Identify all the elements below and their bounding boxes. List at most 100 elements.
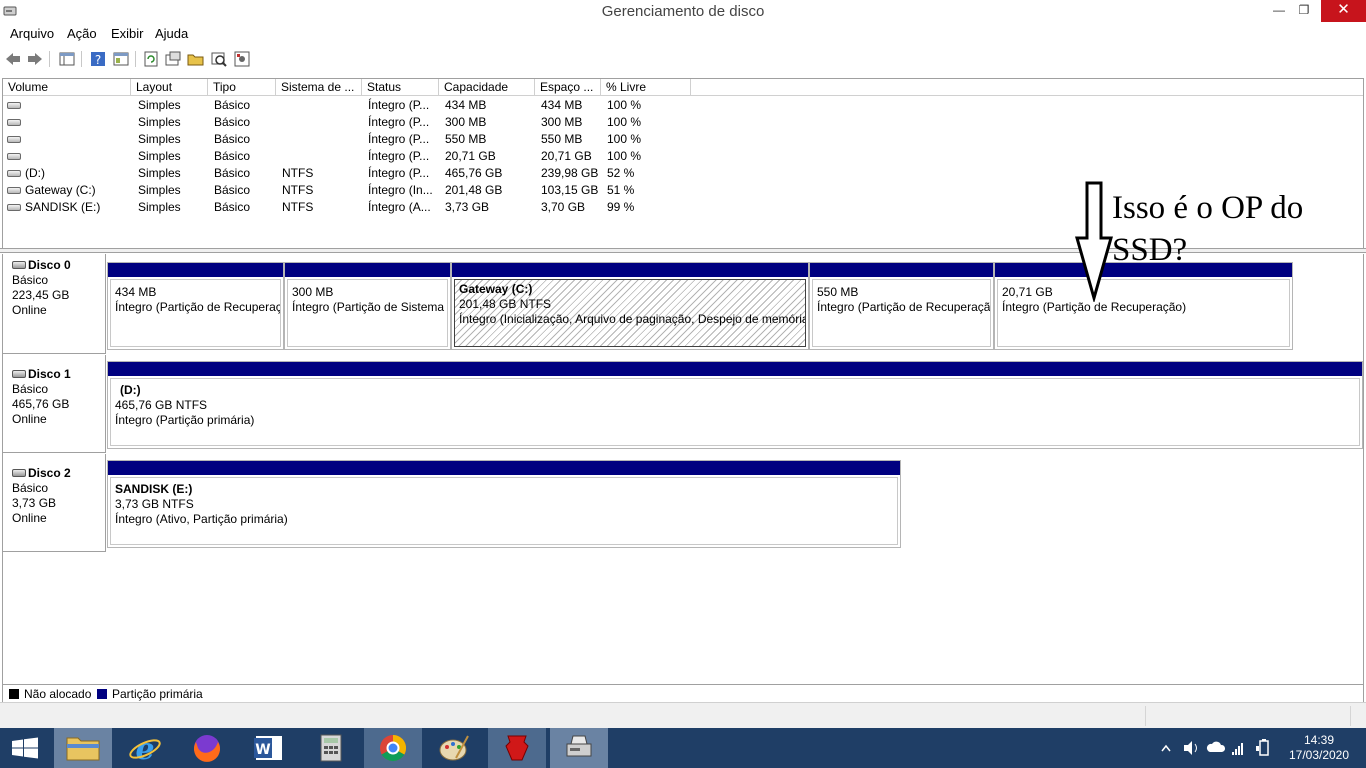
- partition-status: Íntegro (Partição de Recuperação): [115, 300, 281, 314]
- partition-disk0-gateway-c[interactable]: Gateway (C:) 201,48 GB NTFS Íntegro (Inici…: [451, 262, 809, 350]
- partition-color-bar: [108, 263, 283, 277]
- partition-disk0-recovery-1[interactable]: 434 MB Íntegro (Partição de Recuperação): [107, 262, 284, 350]
- network-signal-icon[interactable]: [1230, 728, 1246, 768]
- partition-status: Íntegro (Ativo, Partição primária): [115, 512, 288, 526]
- cell-capacidade: 434 MB: [445, 98, 487, 112]
- column-header-volume[interactable]: Volume: [3, 79, 131, 96]
- partition-size: 434 MB: [115, 285, 157, 299]
- legend-unallocated-swatch: [9, 689, 19, 699]
- cell-livre: 99 %: [607, 200, 635, 214]
- cell-capacidade: 550 MB: [445, 132, 487, 146]
- rescan-icon[interactable]: [164, 50, 182, 68]
- close-button[interactable]: ✕: [1321, 0, 1366, 22]
- taskbar-calculator[interactable]: [302, 728, 360, 768]
- cell-status: Íntegro (P...: [368, 132, 430, 146]
- console-tree-icon[interactable]: [58, 50, 76, 68]
- cell-sistema: NTFS: [282, 183, 314, 197]
- calculator-icon: [320, 734, 342, 762]
- cloud-sync-icon[interactable]: [1206, 728, 1226, 768]
- title-bar: Gerenciamento de disco — ❐ ✕: [0, 0, 1366, 23]
- menu-arquivo[interactable]: Arquivo: [10, 26, 54, 41]
- annotation-arrow-icon: [1075, 181, 1113, 302]
- disk-0-label[interactable]: Disco 0 Básico 223,45 GB Online: [3, 254, 106, 354]
- cell-capacidade: 20,71 GB: [445, 149, 496, 163]
- show-hidden-icons-icon[interactable]: [1160, 728, 1172, 768]
- partition-disk0-recovery-3[interactable]: 20,71 GB Íntegro (Partição de Recuperação…: [994, 262, 1293, 350]
- taskbar-paint[interactable]: [426, 728, 484, 768]
- properties-list-icon[interactable]: [112, 50, 130, 68]
- back-arrow-icon[interactable]: [4, 50, 22, 68]
- help-icon[interactable]: ?: [89, 50, 107, 68]
- cell-capacidade: 201,48 GB: [445, 183, 503, 197]
- open-folder-icon[interactable]: [187, 50, 205, 68]
- toolbar-separator: [135, 51, 136, 67]
- word-icon: W: [254, 736, 282, 760]
- drive-icon: [7, 119, 21, 126]
- taskbar-disk-management[interactable]: [550, 728, 608, 768]
- taskbar-internet-explorer[interactable]: e: [116, 728, 174, 768]
- column-header-espaco[interactable]: Espaço ...: [535, 79, 601, 96]
- disk-2-label[interactable]: Disco 2 Básico 3,73 GB Online: [3, 454, 106, 552]
- partition-size: 3,73 GB NTFS: [115, 497, 194, 511]
- volume-row[interactable]: Simples Básico Íntegro (P... 434 MB 434 MB 10…: [3, 97, 1363, 114]
- column-header-tipo[interactable]: Tipo: [208, 79, 276, 96]
- battery-power-icon[interactable]: [1254, 728, 1272, 768]
- cell-tipo: Básico: [214, 166, 251, 180]
- svg-text:?: ?: [95, 53, 101, 67]
- taskbar-chrome[interactable]: [364, 728, 422, 768]
- volume-row[interactable]: Simples Básico Íntegro (P... 20,71 GB 20,71 …: [3, 148, 1363, 165]
- start-button[interactable]: [0, 728, 50, 768]
- cell-espaco: 3,70 GB: [541, 200, 586, 214]
- partition-disk2-sandisk-e[interactable]: SANDISK (E:) 3,73 GB NTFS Íntegro (Ativo, …: [107, 460, 901, 548]
- cell-espaco: 434 MB: [541, 98, 583, 112]
- column-header-status[interactable]: Status: [362, 79, 439, 96]
- cell-status: Íntegro (P...: [368, 98, 430, 112]
- partition-color-bar: [810, 263, 993, 277]
- svg-text:W: W: [255, 742, 270, 758]
- refresh-icon[interactable]: [142, 50, 160, 68]
- cell-volume: SANDISK (E:): [25, 200, 101, 214]
- explore-icon[interactable]: [210, 50, 228, 68]
- volume-row[interactable]: Simples Básico Íntegro (P... 550 MB 550 MB 10…: [3, 131, 1363, 148]
- taskbar-firefox[interactable]: [178, 728, 236, 768]
- partition-title: Gateway (C:): [459, 282, 533, 296]
- cell-status: Íntegro (P...: [368, 166, 430, 180]
- cell-layout: Simples: [138, 166, 181, 180]
- taskbar-word[interactable]: W: [240, 728, 298, 768]
- volume-row[interactable]: Simples Básico Íntegro (P... 300 MB 300 MB 10…: [3, 114, 1363, 131]
- column-header-layout[interactable]: Layout: [131, 79, 208, 96]
- disk-1-label[interactable]: Disco 1 Básico 465,76 GB Online: [3, 355, 106, 453]
- partition-size: 550 MB: [817, 285, 859, 299]
- menu-acao[interactable]: Ação: [67, 26, 97, 41]
- drive-icon: [7, 170, 21, 177]
- taskbar-hyperx-app[interactable]: [488, 728, 546, 768]
- clock-date: 17/03/2020: [1288, 748, 1350, 762]
- column-header-sistema[interactable]: Sistema de ...: [276, 79, 362, 96]
- maximize-button[interactable]: ❐: [1291, 0, 1317, 22]
- partition-disk1-d[interactable]: (D:) 465,76 GB NTFS Íntegro (Partição prim…: [107, 361, 1363, 449]
- partition-disk0-efi[interactable]: 300 MBÍntegro (Partição de Sistema EFI): [284, 262, 451, 350]
- cell-espaco: 550 MB: [541, 132, 583, 146]
- windows-logo-icon: [12, 737, 38, 759]
- volume-icon[interactable]: [1181, 728, 1201, 768]
- cell-layout: Simples: [138, 200, 181, 214]
- cell-livre: 52 %: [607, 166, 635, 180]
- menu-exibir[interactable]: Exibir: [111, 26, 144, 41]
- menu-ajuda[interactable]: Ajuda: [155, 26, 188, 41]
- cell-status: Íntegro (A...: [368, 200, 431, 214]
- toolbar-separator: [81, 51, 82, 67]
- volume-row[interactable]: (D:) Simples Básico NTFS Íntegro (P... 465,76…: [3, 165, 1363, 182]
- disk-management-window: Gerenciamento de disco — ❐ ✕ Arquivo Açã…: [0, 0, 1366, 768]
- partition-color-bar: [108, 362, 1362, 376]
- toolbar: ?: [0, 46, 1366, 72]
- settings-icon[interactable]: [233, 50, 251, 68]
- taskbar-file-explorer[interactable]: [54, 728, 112, 768]
- column-header-capacidade[interactable]: Capacidade: [439, 79, 535, 96]
- forward-arrow-icon[interactable]: [26, 50, 44, 68]
- minimize-button[interactable]: —: [1266, 0, 1292, 22]
- cell-volume: (D:): [25, 166, 45, 180]
- column-header-livre[interactable]: % Livre: [601, 79, 691, 96]
- taskbar-clock[interactable]: 14:39 17/03/2020: [1282, 733, 1356, 763]
- partition-disk0-recovery-2[interactable]: 550 MB Íntegro (Partição de Recuperação): [809, 262, 994, 350]
- cell-volume: [25, 148, 129, 165]
